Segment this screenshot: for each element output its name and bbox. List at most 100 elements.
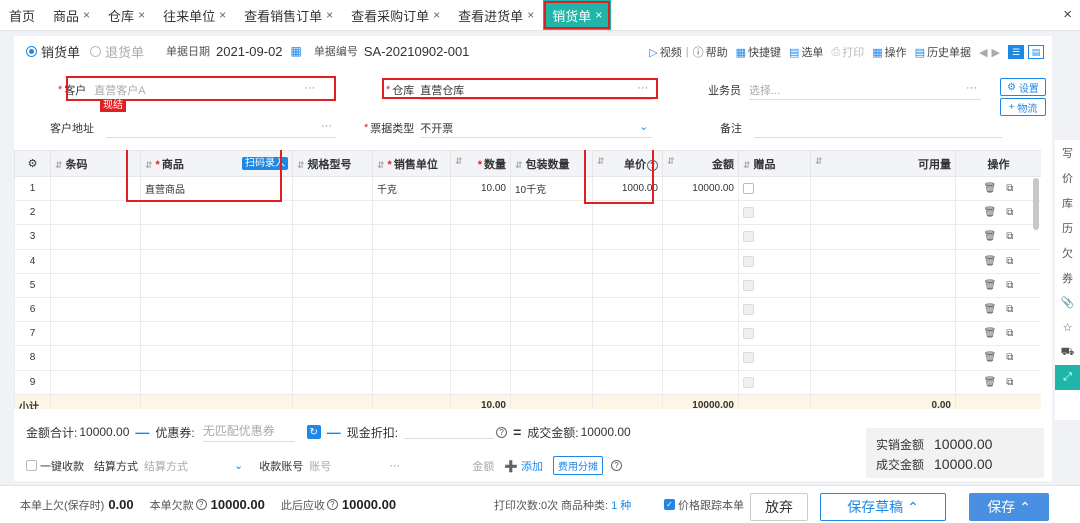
gift-checkbox[interactable] — [743, 231, 754, 243]
col-package-qty[interactable]: ⇵ 包装数量 — [510, 150, 593, 177]
unit-cell[interactable] — [372, 345, 451, 371]
unit-cell[interactable] — [372, 224, 451, 250]
coupon-icon[interactable]: 券 — [1055, 265, 1080, 290]
unit-cell[interactable] — [372, 272, 451, 298]
more-icon[interactable]: ··· — [637, 82, 648, 94]
spec-cell[interactable] — [292, 272, 373, 298]
qty-cell[interactable] — [450, 321, 511, 347]
more-icon[interactable]: ··· — [389, 460, 400, 472]
close-icon[interactable]: × — [595, 8, 602, 22]
print-button[interactable]: ⎙ 打印 — [831, 44, 864, 60]
unit-cell[interactable] — [372, 248, 451, 274]
help-icon[interactable]: ? — [195, 499, 207, 510]
add-link[interactable]: ➕ 添加 — [504, 458, 543, 474]
gift-checkbox[interactable] — [743, 255, 754, 267]
scan-entry-button[interactable]: 扫码录入 — [242, 156, 288, 170]
spec-cell[interactable] — [292, 296, 373, 323]
close-icon[interactable]: × — [83, 8, 90, 22]
star-icon[interactable]: ☆ — [1055, 315, 1080, 340]
price-cell[interactable] — [592, 345, 663, 371]
close-icon[interactable]: × — [326, 8, 333, 22]
price-icon[interactable]: 价 — [1055, 165, 1080, 190]
table-row[interactable]: 9 🗑 ⧉ — [14, 369, 1041, 395]
barcode-cell[interactable] — [50, 321, 141, 347]
barcode-cell[interactable] — [50, 175, 141, 202]
warehouse-input[interactable]: 直营仓库 ··· — [420, 80, 653, 100]
package-qty-cell[interactable] — [510, 224, 593, 250]
operation-button[interactable]: ▦ 操作 — [872, 44, 906, 60]
date-value[interactable]: 2021-09-02 — [216, 44, 283, 59]
table-row[interactable]: 2 🗑 ⧉ — [14, 200, 1041, 226]
tab-view-purchase-orders[interactable]: 查看采购订单 × — [342, 0, 449, 30]
product-cell[interactable] — [140, 369, 293, 395]
package-qty-cell[interactable] — [510, 321, 593, 347]
close-all-icon[interactable]: × — [1063, 6, 1072, 23]
price-cell[interactable] — [592, 224, 663, 250]
copy-icon[interactable]: ⧉ — [1006, 352, 1013, 363]
gift-checkbox[interactable] — [743, 328, 754, 340]
spec-cell[interactable] — [292, 175, 373, 202]
price-cell[interactable] — [592, 272, 663, 298]
unit-cell[interactable] — [372, 296, 451, 323]
column-settings-icon[interactable]: ⚙ — [14, 150, 51, 177]
trash-icon[interactable]: 🗑 — [984, 256, 997, 267]
more-icon[interactable]: ··· — [321, 120, 332, 132]
barcode-cell[interactable] — [50, 272, 141, 298]
product-cell[interactable] — [140, 321, 293, 347]
help-button[interactable]: ⓘ 帮助 — [693, 44, 728, 60]
unit-cell[interactable] — [372, 321, 451, 347]
truck-icon[interactable]: ⛟ — [1055, 340, 1080, 365]
table-row[interactable]: 8 🗑 ⧉ — [14, 345, 1041, 371]
help-icon[interactable]: ? — [496, 426, 508, 438]
help-icon[interactable]: ? — [610, 460, 622, 471]
trash-icon[interactable]: 🗑 — [984, 352, 997, 363]
one-click-checkbox[interactable] — [26, 460, 37, 471]
gift-checkbox[interactable] — [743, 352, 754, 364]
qty-cell[interactable] — [450, 369, 511, 395]
amount-cell[interactable] — [662, 321, 739, 347]
amount-cell[interactable]: 10000.00 — [662, 175, 739, 202]
prev-icon[interactable]: ◀ — [979, 46, 987, 59]
table-row[interactable]: 4 🗑 ⧉ — [14, 248, 1041, 274]
product-cell[interactable] — [140, 224, 293, 250]
settle-method-select[interactable]: 结算方式 — [144, 458, 234, 474]
package-qty-cell[interactable] — [510, 272, 593, 298]
account-input[interactable]: 账号 — [309, 458, 389, 474]
tab-sales-delivery[interactable]: 销货单 × — [543, 0, 612, 30]
remark-input[interactable] — [754, 118, 1002, 138]
address-input[interactable]: ··· — [106, 118, 336, 138]
package-qty-cell[interactable] — [510, 248, 593, 274]
tab-home[interactable]: 首页 — [0, 0, 44, 30]
discard-button[interactable]: 放弃 — [750, 493, 808, 521]
copy-icon[interactable]: ⧉ — [1006, 207, 1013, 218]
amount-cell[interactable] — [662, 200, 739, 226]
spec-cell[interactable] — [292, 369, 373, 395]
copy-icon[interactable]: ⧉ — [1006, 256, 1013, 267]
package-qty-cell[interactable] — [510, 369, 593, 395]
calendar-icon[interactable]: ▦ — [291, 44, 302, 58]
table-row[interactable]: 6 🗑 ⧉ — [14, 296, 1041, 323]
gift-checkbox[interactable] — [743, 376, 754, 388]
trash-icon[interactable]: 🗑 — [984, 280, 997, 291]
more-icon[interactable]: ··· — [304, 82, 315, 94]
gift-checkbox[interactable] — [743, 207, 754, 219]
qty-cell[interactable] — [450, 296, 511, 323]
col-amount[interactable]: ⇵ 金额 — [662, 150, 739, 177]
salesperson-input[interactable]: 选择... ··· — [749, 80, 981, 100]
trash-icon[interactable]: 🗑 — [984, 183, 997, 194]
list-view-icon[interactable]: ☰ — [1008, 45, 1024, 59]
price-cell[interactable] — [592, 296, 663, 323]
radio-return[interactable]: 退货单 — [90, 42, 144, 61]
discount-input[interactable] — [404, 425, 495, 439]
trash-icon[interactable]: 🗑 — [984, 377, 997, 388]
qty-cell[interactable] — [450, 200, 511, 226]
table-scrollbar[interactable] — [1033, 178, 1039, 230]
package-qty-cell[interactable] — [510, 200, 593, 226]
amount-cell[interactable] — [662, 369, 739, 395]
write-icon[interactable]: 写 — [1055, 140, 1080, 165]
qty-cell[interactable] — [450, 248, 511, 274]
barcode-cell[interactable] — [50, 345, 141, 371]
price-cell[interactable] — [592, 248, 663, 274]
table-row[interactable]: 5 🗑 ⧉ — [14, 272, 1041, 298]
trash-icon[interactable]: 🗑 — [984, 328, 997, 339]
